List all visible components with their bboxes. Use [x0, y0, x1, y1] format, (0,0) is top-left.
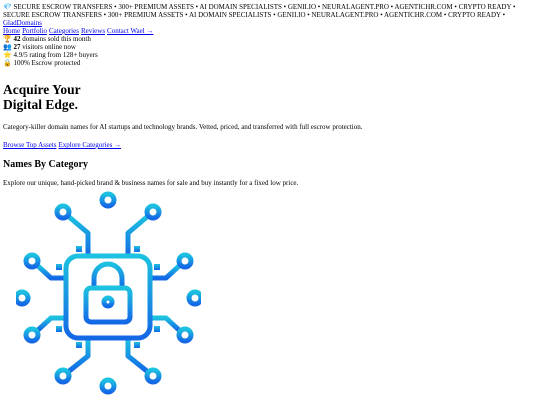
lock-icon: 🔒	[3, 59, 12, 67]
hero-title-line2: Digital Edge.	[3, 97, 79, 112]
stat-escrow: 🔒 100% Escrow protected	[3, 59, 537, 67]
hero-lead: Category-killer domain names for AI star…	[3, 123, 363, 131]
stat-rating: ⭐ 4.9/5 rating from 128+ buyers	[3, 51, 537, 59]
explore-categories-button[interactable]: Explore Categories →	[58, 141, 121, 149]
brand-link[interactable]: GladDomains	[3, 19, 42, 27]
ticker-line: SECURE ESCROW TRANSFERS • 300+ PREMIUM A…	[3, 11, 506, 19]
people-icon: 👥	[3, 43, 12, 51]
trophy-icon: 🏆	[3, 35, 12, 43]
browse-assets-button[interactable]: Browse Top Assets	[3, 141, 56, 149]
category-subtext: Explore our unique, hand-picked brand & …	[3, 179, 299, 187]
category-heading: Names By Category	[3, 159, 88, 170]
hero-title: Acquire Your Digital Edge.	[3, 82, 537, 112]
nav-reviews[interactable]: Reviews	[81, 27, 105, 35]
star-icon: ⭐	[3, 51, 12, 59]
stat-visitors-text: visitors online now	[20, 43, 76, 51]
nav-home[interactable]: Home	[3, 27, 20, 35]
nav-categories[interactable]: Categories	[49, 27, 79, 35]
hero-title-line1: Acquire Your	[3, 82, 81, 97]
stat-visitors: 👥 27 visitors online now	[3, 43, 537, 51]
circuit-lock-icon	[16, 191, 201, 395]
stat-escrow-text: 100% Escrow protected	[13, 59, 81, 67]
stats-list: 🏆 42 domains sold this month 👥 27 visito…	[3, 35, 537, 67]
ticker-line: 💎 SECURE ESCROW TRANSFERS • 300+ PREMIUM…	[3, 3, 516, 11]
nav-portfolio[interactable]: Portfolio	[22, 27, 47, 35]
stat-sold: 🏆 42 domains sold this month	[3, 35, 537, 43]
stat-rating-text: 4.9/5 rating from 128+ buyers	[13, 51, 98, 59]
main-nav: Home Portfolio Categories Reviews Contact Wa…	[3, 27, 537, 35]
page: 💎 SECURE ESCROW TRANSFERS • 300+ PREMIUM…	[0, 0, 540, 187]
brand-row: GladDomains	[3, 19, 537, 27]
hero-cta-row: Browse Top Assets Explore Categories →	[3, 141, 537, 149]
stat-sold-text: domains sold this month	[20, 35, 91, 43]
ticker-banner: 💎 SECURE ESCROW TRANSFERS • 300+ PREMIUM…	[3, 3, 537, 19]
nav-contact[interactable]: Contact Wael →	[107, 27, 153, 35]
